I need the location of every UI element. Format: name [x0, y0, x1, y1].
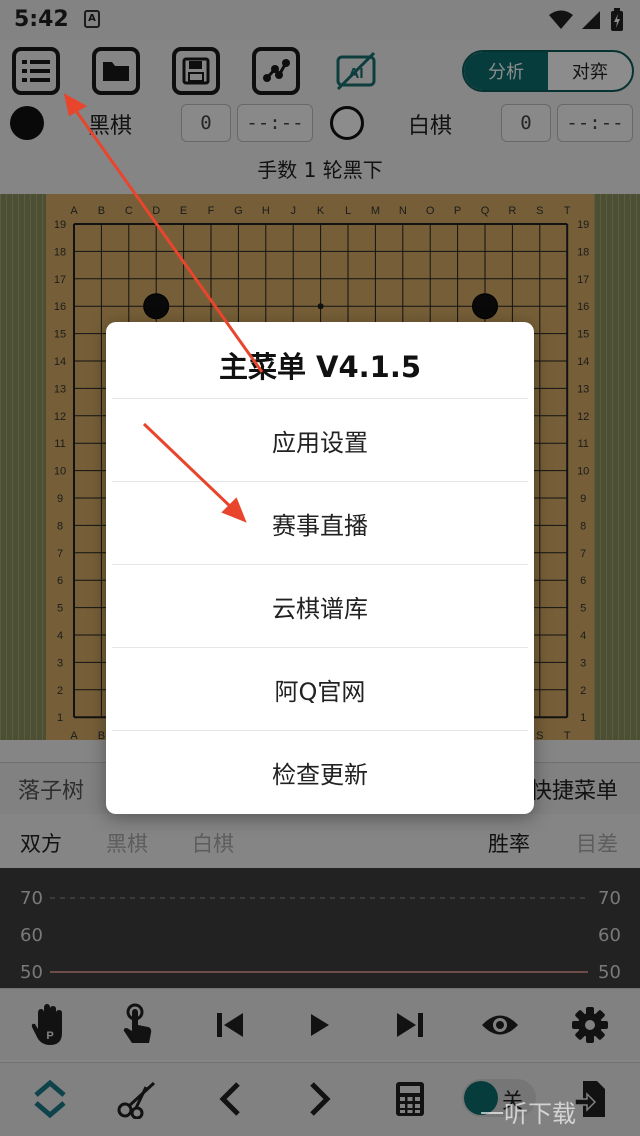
menu-item-official-site[interactable]: 阿Q官网 [112, 647, 528, 730]
main-menu-dialog: 主菜单 V4.1.5 应用设置 赛事直播 云棋谱库 阿Q官网 检查更新 [106, 322, 534, 814]
menu-item-app-settings[interactable]: 应用设置 [112, 398, 528, 481]
watermark: 一听下载 [480, 1100, 576, 1128]
menu-item-check-update[interactable]: 检查更新 [112, 730, 528, 813]
menu-item-live-matches[interactable]: 赛事直播 [112, 481, 528, 564]
menu-item-cloud-library[interactable]: 云棋谱库 [112, 564, 528, 647]
dialog-title: 主菜单 V4.1.5 [218, 350, 422, 384]
